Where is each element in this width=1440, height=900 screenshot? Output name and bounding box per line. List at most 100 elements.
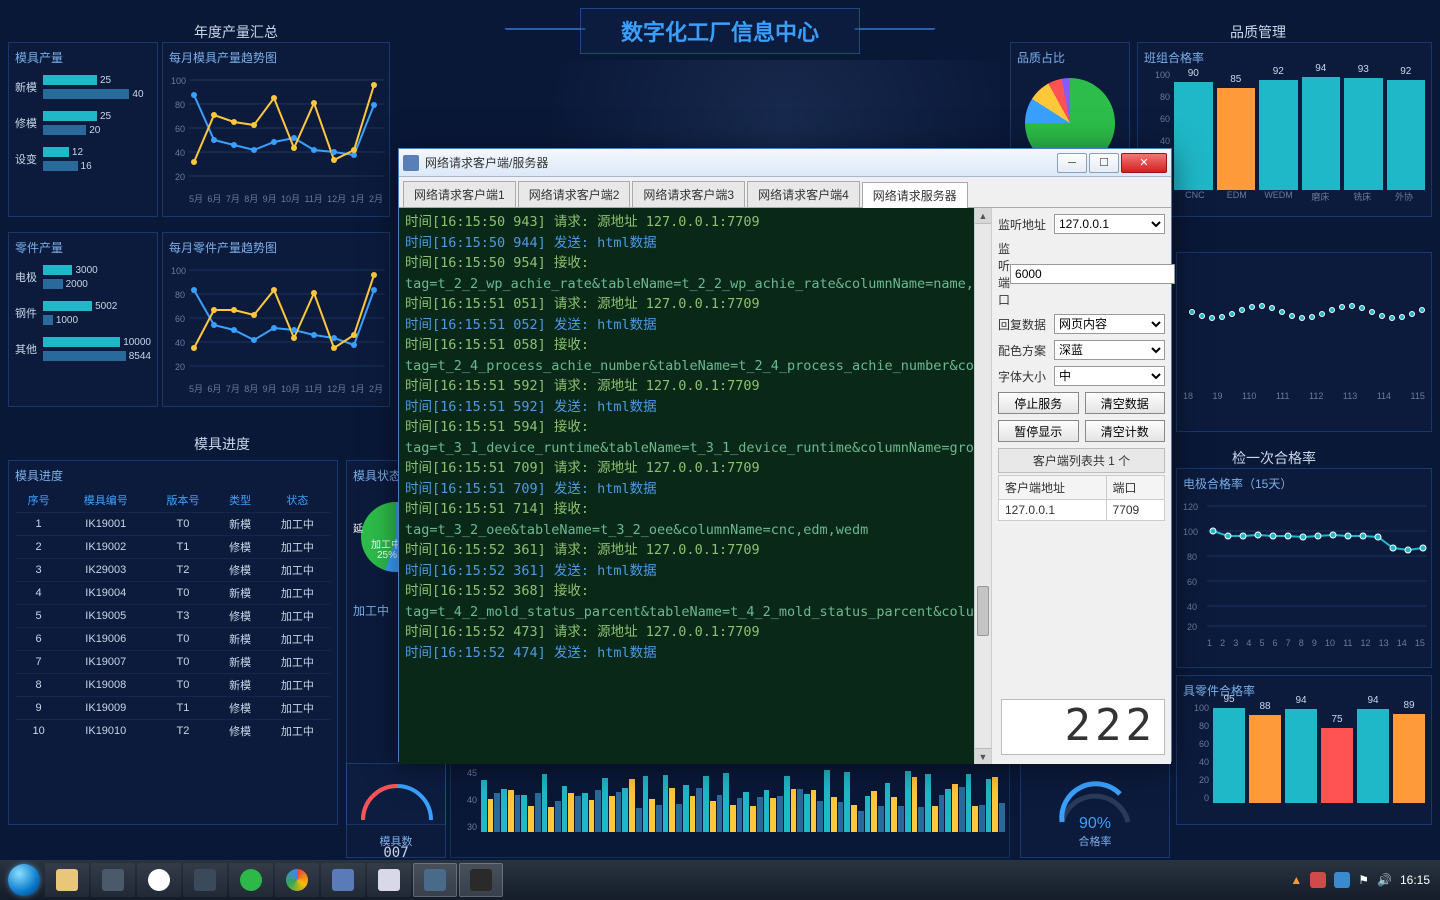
table-row[interactable]: 10IK19010T2修模加工中 (15, 720, 331, 743)
start-button[interactable] (4, 860, 44, 900)
tray-icon[interactable]: ▲ (1290, 873, 1302, 887)
table-row[interactable]: 2IK19002T1修模加工中 (15, 536, 331, 559)
taskbar-item[interactable] (275, 863, 319, 897)
minimize-button[interactable]: ─ (1057, 153, 1087, 173)
tab[interactable]: 网络请求服务器 (862, 182, 968, 208)
table-row[interactable]: 8IK19008T0新模加工中 (15, 674, 331, 697)
reply-select[interactable]: 网页内容 (1054, 314, 1165, 334)
vbar-chart: 100806040200 958894759489 (1183, 703, 1425, 803)
panel-title: 品质占比 (1017, 49, 1123, 66)
app-icon (240, 869, 262, 891)
folder-icon (56, 869, 78, 891)
header-deco (854, 10, 946, 30)
panel-title: 每月零件产量趋势图 (169, 239, 383, 256)
scroll-thumb[interactable] (977, 586, 989, 636)
table-row[interactable]: 7IK19007T0新模加工中 (15, 651, 331, 674)
table-row[interactable]: 1IK19001T0新模加工中 (15, 513, 331, 536)
app-icon (194, 869, 216, 891)
stop-service-button[interactable]: 停止服务 (998, 392, 1079, 414)
tab[interactable]: 网络请求客户端1 (403, 181, 516, 207)
panel-title: 班组合格率 (1144, 49, 1425, 66)
svg-text:100: 100 (171, 76, 186, 86)
client-table: 客户端地址端口 127.0.0.17709 (998, 475, 1165, 521)
close-button[interactable]: ✕ (1121, 153, 1167, 173)
maximize-button[interactable]: ☐ (1089, 153, 1119, 173)
x-axis: 5月6月7月8月9月10月11月12月1月2月 (169, 192, 383, 205)
hbar-group: 电极30002000钢件50021000其他100008544 (15, 262, 151, 364)
speaker-icon[interactable]: 🔊 (1377, 873, 1392, 887)
gauge-value: 90% (1021, 815, 1169, 833)
svg-text:100: 100 (171, 266, 186, 276)
svg-text:60: 60 (1187, 577, 1197, 587)
system-tray[interactable]: ▲ ⚑ 🔊 16:15 (1290, 872, 1436, 888)
taskbar-item[interactable] (367, 863, 411, 897)
panel-part-rate: 具零件合格率 100806040200 958894759489 (1176, 675, 1432, 825)
notepad-icon (378, 869, 400, 891)
titlebar[interactable]: 网络请求客户端/服务器 ─ ☐ ✕ (399, 149, 1171, 177)
listen-addr-select[interactable]: 127.0.0.1 (1054, 214, 1165, 234)
table-row[interactable]: 127.0.0.17709 (999, 500, 1165, 521)
taskbar-item[interactable] (413, 863, 457, 897)
taskbar-item[interactable] (229, 863, 273, 897)
table-row[interactable]: 4IK19004T0新模加工中 (15, 582, 331, 605)
clock[interactable]: 16:15 (1400, 873, 1430, 887)
scrollbar[interactable]: ▲ ▼ (974, 208, 991, 764)
gauge-mold-count: 模具数 007 (346, 763, 446, 858)
line-chart: 10080604020 (169, 70, 385, 190)
grouped-bar-chart: 454030 (451, 764, 1009, 832)
table-row[interactable]: 5IK19005T3修模加工中 (15, 605, 331, 628)
taskbar-item[interactable] (183, 863, 227, 897)
hbar-group: 新模2540修模2520设变1216 (15, 72, 151, 174)
tray-icon[interactable] (1334, 872, 1350, 888)
panel-team-rate: 班组合格率 100806040200 908592949392 CNCEDMWE… (1137, 42, 1432, 217)
app-icon (424, 869, 446, 891)
table-row[interactable]: 9IK19009T1修模加工中 (15, 697, 331, 720)
th: 客户端地址 (999, 476, 1107, 500)
tab[interactable]: 网络请求客户端3 (632, 181, 745, 207)
section-title-progress: 模具进度 (190, 430, 254, 458)
panel-title: 模具进度 (15, 467, 331, 484)
scroll-up-icon[interactable]: ▲ (975, 208, 991, 224)
panel-part-yield: 零件产量 电极30002000钢件50021000其他100008544 (8, 232, 158, 407)
windows-icon (8, 864, 40, 896)
table-row[interactable]: 6IK19006T0新模加工中 (15, 628, 331, 651)
scheme-select[interactable]: 深蓝 (1054, 340, 1165, 360)
app-icon (332, 869, 354, 891)
gauge-pass-rate: 90% 合格率 (1020, 763, 1170, 858)
clear-count-button[interactable]: 清空计数 (1085, 420, 1166, 442)
pause-display-button[interactable]: 暂停显示 (998, 420, 1079, 442)
tab[interactable]: 网络请求客户端2 (518, 181, 631, 207)
network-dialog[interactable]: 网络请求客户端/服务器 ─ ☐ ✕ 网络请求客户端1网络请求客户端2网络请求客户… (398, 148, 1172, 762)
flag-icon[interactable]: ⚑ (1358, 873, 1369, 887)
svg-text:80: 80 (175, 100, 185, 110)
svg-text:40: 40 (175, 148, 185, 158)
table-row[interactable]: 3IK29003T2修模加工中 (15, 559, 331, 582)
panel-part-trend: 每月零件产量趋势图 10080604020 5月6月7月8月9月10月11月12… (162, 232, 390, 407)
line-chart: 10080604020 (169, 260, 385, 380)
tray-icon[interactable] (1310, 872, 1326, 888)
settings-panel: 监听地址127.0.0.1 监听端口 回复数据网页内容 配色方案深蓝 字体大小中… (991, 208, 1171, 764)
taskbar-item[interactable] (137, 863, 181, 897)
vbar-chart: 100806040200 908592949392 (1144, 70, 1425, 190)
label: 字体大小 (998, 368, 1054, 385)
taskbar-item[interactable] (91, 863, 135, 897)
x-axis: 123456789101112131415 (1183, 638, 1425, 648)
svg-text:40: 40 (1187, 602, 1197, 612)
console-output[interactable]: 时间[16:15:50 943] 请求: 源地址 127.0.0.1:7709时… (399, 208, 974, 764)
svg-text:20: 20 (175, 172, 185, 182)
terminal-icon (470, 869, 492, 891)
pie-label: 25% (377, 550, 397, 561)
clear-data-button[interactable]: 清空数据 (1085, 392, 1166, 414)
page-title: 数字化工厂信息中心 (580, 8, 860, 54)
taskbar-item[interactable] (45, 863, 89, 897)
font-select[interactable]: 中 (1054, 366, 1165, 386)
taskbar-item[interactable] (321, 863, 365, 897)
mold-table: 序号模具编号版本号类型状态1IK19001T0新模加工中2IK19002T1修模… (15, 488, 331, 742)
line-chart: 12010080604020 (1183, 496, 1427, 636)
taskbar[interactable]: ▲ ⚑ 🔊 16:15 (0, 860, 1440, 900)
tab[interactable]: 网络请求客户端4 (747, 181, 860, 207)
scroll-down-icon[interactable]: ▼ (975, 748, 991, 764)
listen-port-input[interactable] (1010, 264, 1175, 284)
taskbar-item[interactable] (459, 863, 503, 897)
x-axis: 1819110111112113114115 (1183, 391, 1425, 401)
